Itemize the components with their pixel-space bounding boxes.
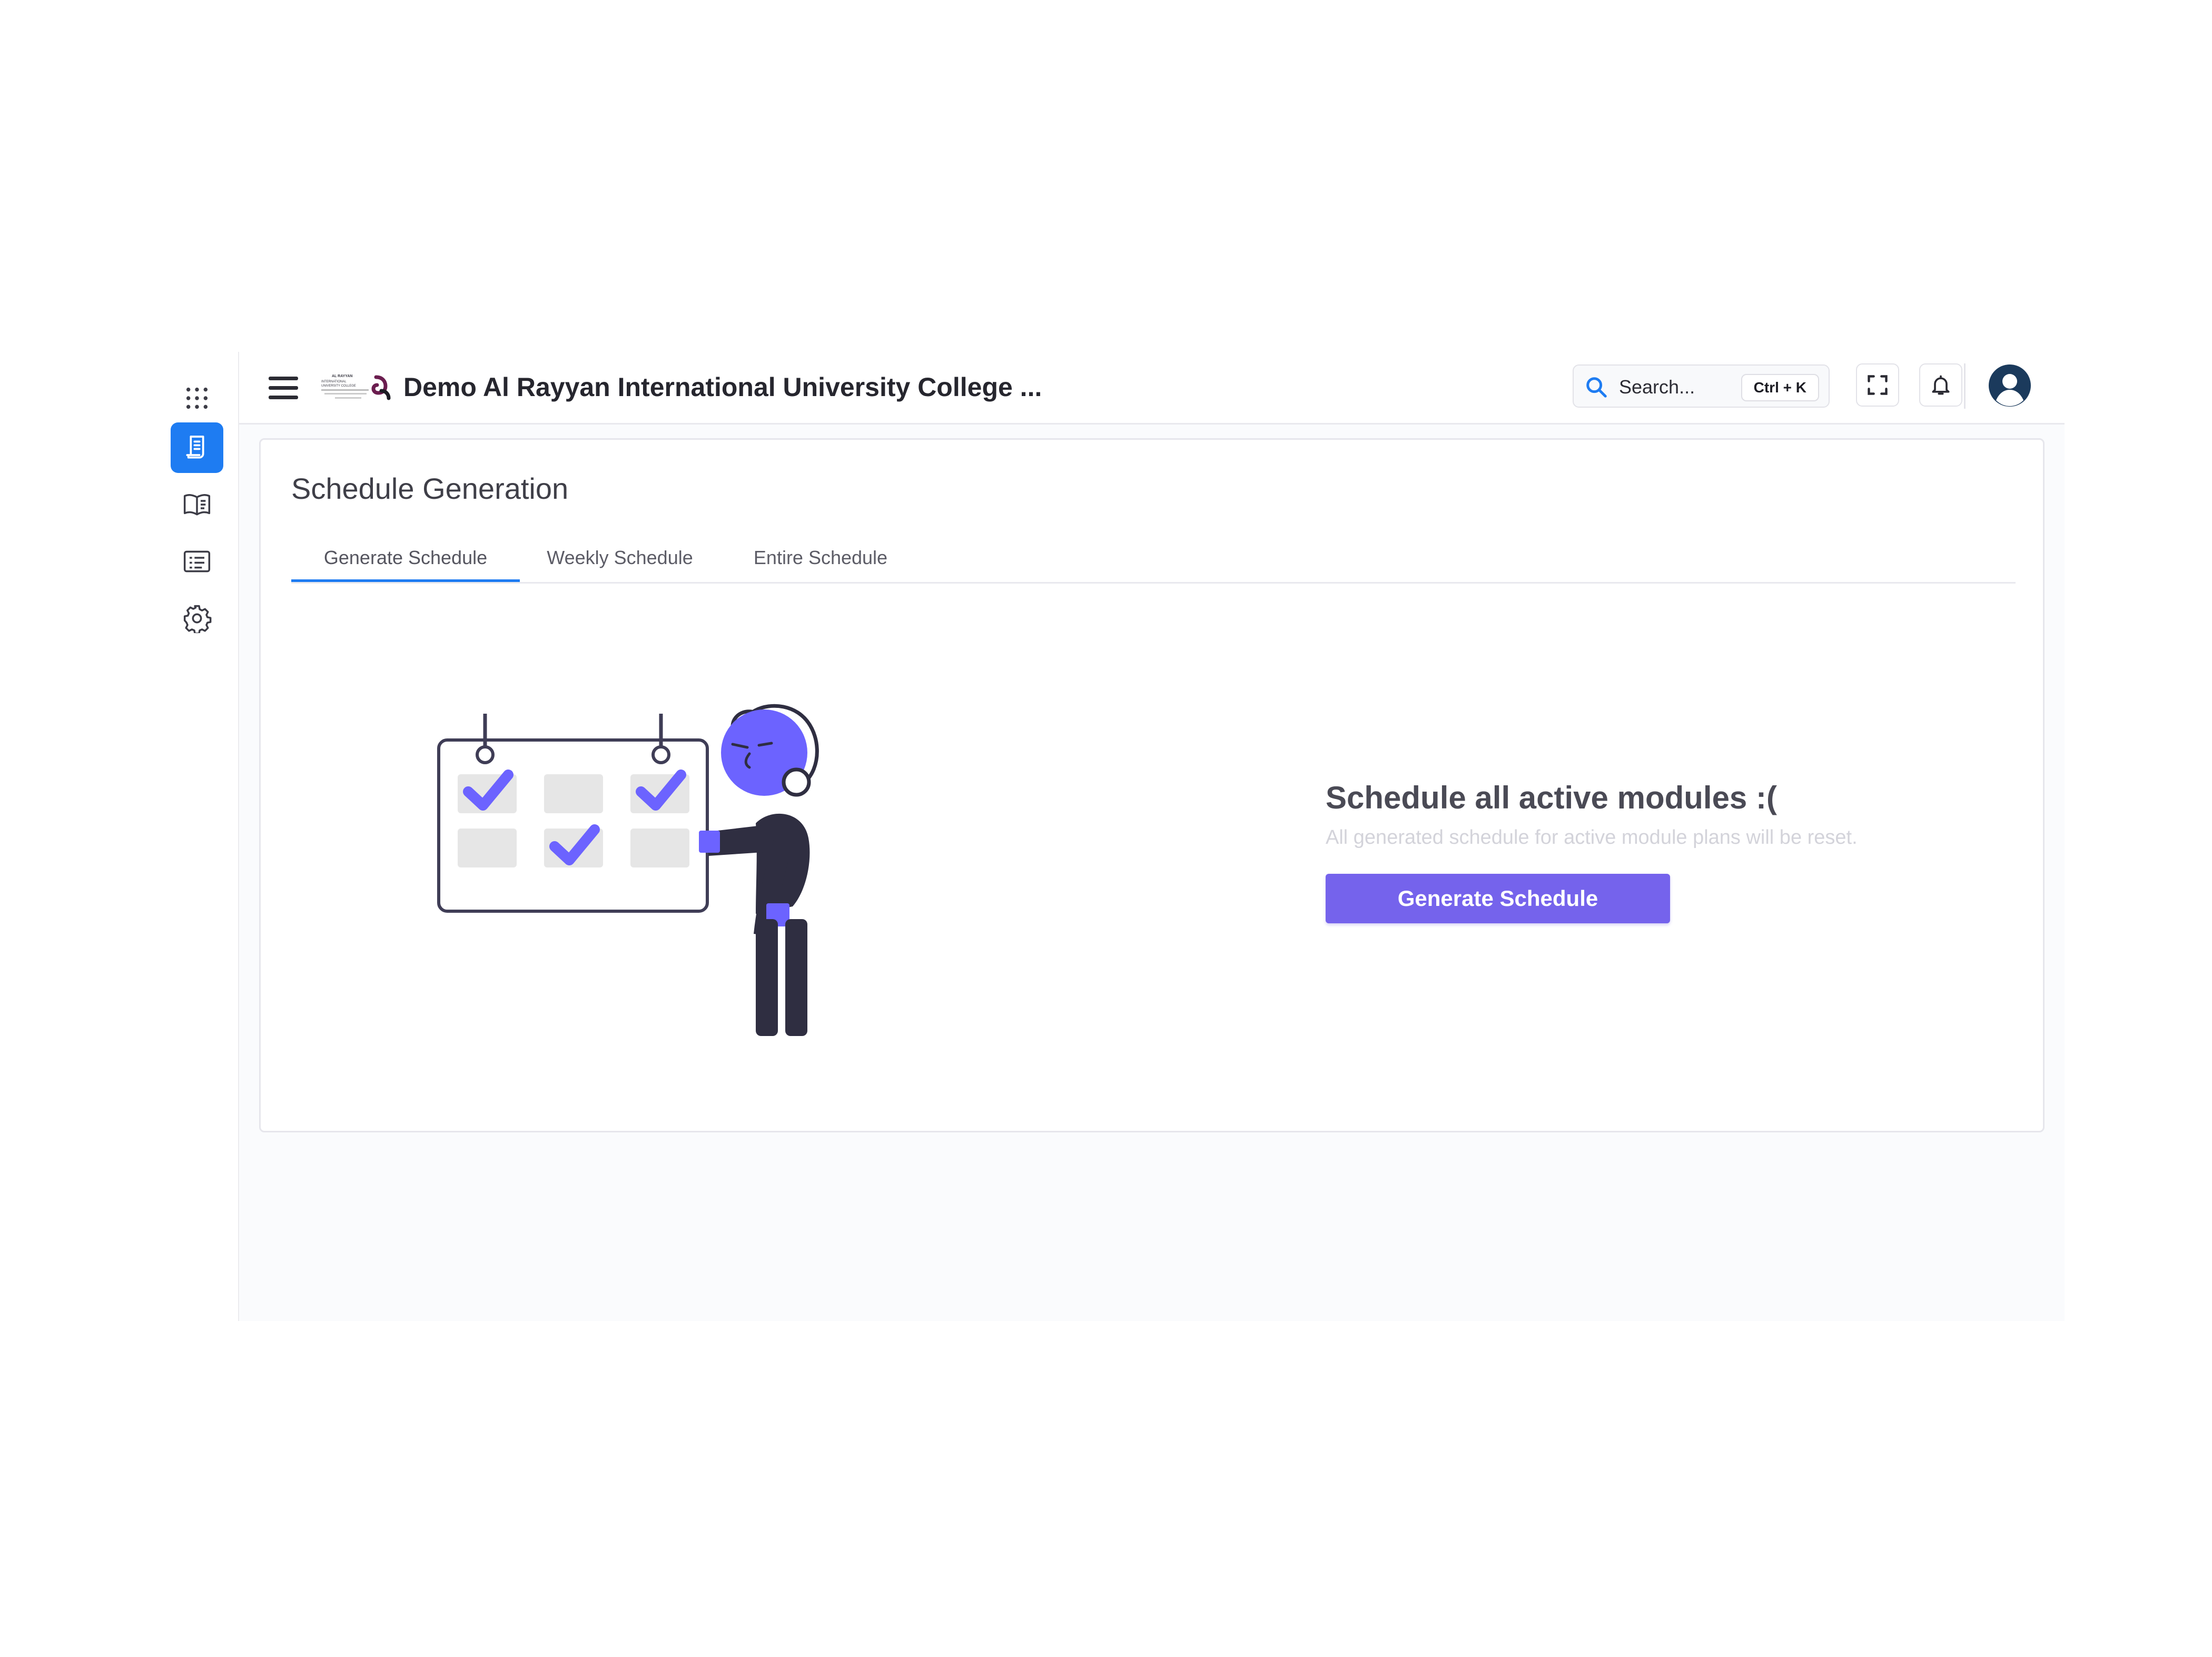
cta-heading: Schedule all active modules :(	[1326, 780, 1777, 815]
page-title: Schedule Generation	[291, 472, 569, 505]
notifications-button[interactable]	[1919, 363, 1962, 407]
tab-bar: Generate Schedule Weekly Schedule Entire…	[291, 545, 2016, 584]
search-box[interactable]: Search... Ctrl + K	[1573, 364, 1830, 408]
book-icon	[183, 494, 211, 516]
tab-generate-schedule[interactable]: Generate Schedule	[291, 545, 520, 582]
sidebar	[163, 352, 239, 1321]
top-bar: AL RAYYAN INTERNATIONAL UNIVERSITY COLLE…	[239, 352, 2065, 425]
apps-grid-icon	[186, 387, 208, 409]
calendar-illustration	[437, 704, 819, 1036]
schedule-generation-card: Schedule Generation Generate Schedule We…	[259, 438, 2045, 1132]
generate-cta: Schedule all active modules :( All gener…	[1326, 778, 1958, 923]
college-logo: AL RAYYAN INTERNATIONAL UNIVERSITY COLLE…	[321, 374, 391, 400]
menu-toggle-button[interactable]	[269, 373, 298, 402]
sidebar-item-modules[interactable]	[171, 479, 223, 530]
tab-entire-schedule[interactable]: Entire Schedule	[745, 545, 896, 582]
app-window: AL RAYYAN INTERNATIONAL UNIVERSITY COLLE…	[163, 352, 2065, 1321]
user-avatar-icon[interactable]	[1988, 363, 2032, 408]
hamburger-line	[269, 396, 298, 399]
apps-grid-button[interactable]	[171, 373, 223, 423]
hamburger-line	[269, 386, 298, 390]
svg-text:UNIVERSITY COLLEGE: UNIVERSITY COLLEGE	[321, 384, 356, 388]
fullscreen-button[interactable]	[1856, 363, 1899, 407]
header-divider	[1964, 363, 1966, 409]
search-shortcut-badge: Ctrl + K	[1741, 374, 1819, 401]
app-title: Demo Al Rayyan International University …	[403, 372, 1042, 402]
fullscreen-icon	[1868, 375, 1888, 395]
gear-icon	[183, 605, 212, 633]
svg-text:AL RAYYAN: AL RAYYAN	[332, 374, 352, 378]
sidebar-item-list[interactable]	[171, 536, 223, 587]
bell-icon	[1932, 375, 1950, 395]
list-card-icon	[183, 550, 211, 573]
svg-text:INTERNATIONAL: INTERNATIONAL	[321, 380, 347, 383]
schedule-document-icon	[186, 436, 204, 459]
hamburger-line	[269, 377, 298, 380]
generate-schedule-button[interactable]: Generate Schedule	[1326, 874, 1670, 923]
sidebar-item-settings[interactable]	[171, 593, 223, 644]
tab-weekly-schedule[interactable]: Weekly Schedule	[541, 545, 699, 582]
main-area: AL RAYYAN INTERNATIONAL UNIVERSITY COLLE…	[239, 352, 2065, 1321]
search-placeholder: Search...	[1619, 376, 1695, 398]
cta-subtext: All generated schedule for active module…	[1326, 826, 1858, 849]
search-icon	[1586, 377, 1607, 398]
sidebar-item-schedule[interactable]	[171, 422, 223, 473]
